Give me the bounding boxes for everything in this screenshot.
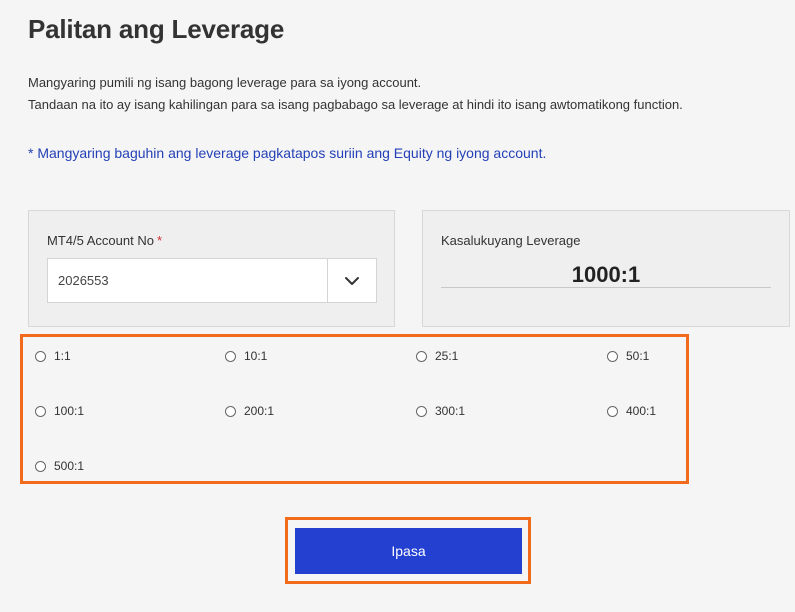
leverage-option-200-1[interactable]: 200:1 (225, 404, 274, 418)
radio-button[interactable] (607, 350, 618, 362)
leverage-option-1-1[interactable]: 1:1 (35, 349, 71, 363)
account-select[interactable]: 2026553 (47, 258, 377, 303)
radio-button[interactable] (35, 350, 46, 362)
radio-button[interactable] (416, 350, 427, 362)
radio-button[interactable] (416, 405, 427, 417)
change-leverage-page: Palitan ang Leverage Mangyaring pumili n… (0, 0, 795, 612)
radio-button[interactable] (607, 405, 618, 417)
account-dropdown-button[interactable] (327, 259, 376, 302)
description-line-2: Tandaan na ito ay isang kahilingan para … (28, 97, 683, 112)
radio-button[interactable] (35, 405, 46, 417)
current-leverage-card: Kasalukuyang Leverage 1000:1 (422, 210, 790, 327)
radio-button[interactable] (225, 405, 236, 417)
submit-button[interactable]: Ipasa (295, 528, 522, 574)
account-label: MT4/5 Account No * (47, 233, 163, 248)
leverage-option-500-1[interactable]: 500:1 (35, 459, 84, 473)
account-card: MT4/5 Account No * 2026553 (28, 210, 395, 327)
leverage-option-25-1[interactable]: 25:1 (416, 349, 458, 363)
account-select-value: 2026553 (58, 273, 109, 288)
page-title: Palitan ang Leverage (28, 14, 285, 44)
leverage-options-group: 1:1 10:1 25:1 50:1 100:1 200:1 300:1 400… (20, 334, 689, 484)
required-mark: * (156, 233, 163, 248)
leverage-option-400-1[interactable]: 400:1 (607, 404, 656, 418)
leverage-option-10-1[interactable]: 10:1 (225, 349, 267, 363)
current-leverage-value: 1000:1 (571, 262, 641, 287)
leverage-option-100-1[interactable]: 100:1 (35, 404, 84, 418)
radio-button[interactable] (225, 350, 236, 362)
chevron-down-icon (345, 276, 359, 285)
radio-button[interactable] (35, 460, 46, 472)
leverage-option-300-1[interactable]: 300:1 (416, 404, 465, 418)
description-line-1: Mangyaring pumili ng isang bagong levera… (28, 75, 422, 90)
divider (441, 287, 771, 288)
current-leverage-label: Kasalukuyang Leverage (441, 233, 581, 248)
equity-note: * Mangyaring baguhin ang leverage pagkat… (28, 145, 547, 161)
leverage-option-50-1[interactable]: 50:1 (607, 349, 649, 363)
